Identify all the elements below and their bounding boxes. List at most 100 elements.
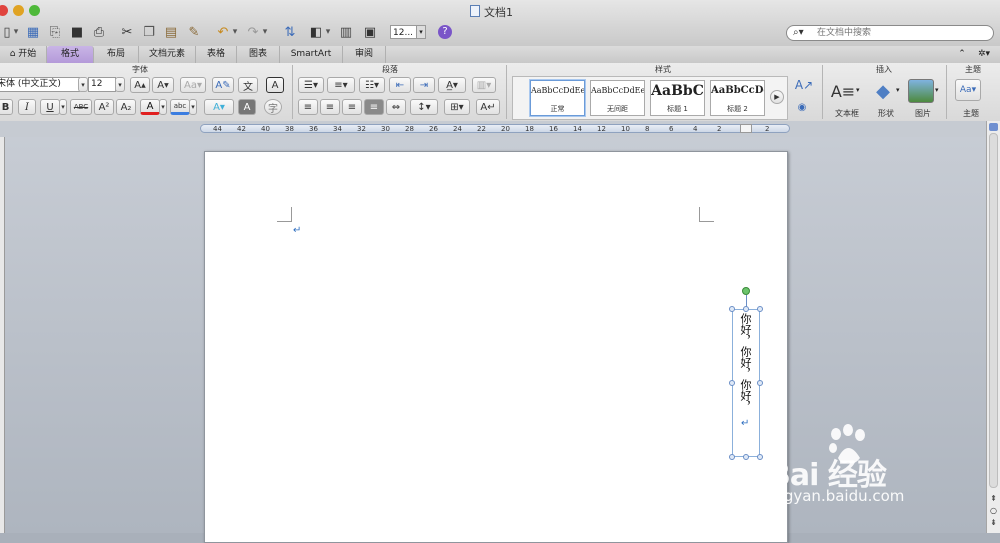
resize-handle-bottom[interactable] (743, 454, 749, 460)
text-box-content[interactable]: 你好，你好，你好， (738, 313, 752, 412)
redo-dropdown-icon[interactable]: ▾ (261, 23, 269, 41)
scrollbar-track[interactable] (989, 133, 998, 488)
resize-handle-top-right[interactable] (757, 306, 763, 312)
resize-handle-bottom-left[interactable] (729, 454, 735, 460)
collapse-ribbon-icon[interactable]: ⌃ (952, 46, 972, 63)
change-case-icon[interactable]: Aa▾ (180, 77, 206, 93)
decrease-indent-icon[interactable]: ⇤ (389, 77, 411, 93)
style-heading-1[interactable]: AaBbC 标题 1 (650, 80, 705, 116)
tab-document-elements[interactable]: 文档元素 (139, 46, 196, 63)
font-size-select[interactable]: 12 (88, 77, 116, 92)
columns-icon[interactable]: ▥▾ (472, 77, 496, 93)
distributed-align-icon[interactable]: ⇔ (386, 99, 406, 115)
text-effects-button[interactable]: A▾ (204, 99, 234, 115)
styles-pane-icon[interactable]: A↗ (793, 77, 815, 93)
resize-handle-left[interactable] (729, 380, 735, 386)
scroll-down-icon[interactable]: ⇟ (988, 517, 999, 528)
sort-icon[interactable]: ⇅ (281, 23, 299, 41)
themes-icon[interactable]: Aa▾ (955, 79, 981, 101)
format-painter-icon[interactable]: ✎ (185, 23, 203, 41)
resize-handle-top[interactable] (743, 306, 749, 312)
zoom-dropdown-icon[interactable]: ▾ (416, 25, 426, 39)
scroll-up-icon[interactable]: ⇞ (988, 493, 999, 504)
close-window-button[interactable] (0, 5, 8, 16)
view-dropdown-icon[interactable]: ▾ (324, 23, 332, 41)
minimize-window-button[interactable] (13, 5, 24, 16)
open-folder-icon[interactable]: ⎘ (46, 23, 64, 41)
line-spacing-icon[interactable]: ↕▾ (410, 99, 438, 115)
increase-indent-icon[interactable]: ⇥ (413, 77, 435, 93)
bullets-icon[interactable]: ☰▾ (298, 77, 324, 93)
zoom-window-button[interactable] (29, 5, 40, 16)
redo-icon[interactable]: ↷ (244, 23, 262, 41)
highlight-dropdown-icon[interactable]: ▾ (189, 99, 197, 115)
bold-button[interactable]: B (0, 99, 13, 115)
resize-handle-top-left[interactable] (729, 306, 735, 312)
align-right-icon[interactable]: ≡ (342, 99, 362, 115)
rotate-handle[interactable] (742, 287, 750, 295)
search-icon[interactable]: ⌕▾ (793, 27, 804, 38)
resize-handle-right[interactable] (757, 380, 763, 386)
tab-charts[interactable]: 图表 (237, 46, 280, 63)
cut-icon[interactable]: ✂ (118, 23, 136, 41)
subscript-button[interactable]: A₂ (116, 99, 136, 115)
tab-review[interactable]: 审阅 (343, 46, 386, 63)
character-shading-button[interactable]: A (238, 99, 256, 115)
enclose-characters-button[interactable]: 字 (264, 99, 282, 115)
indent-marker[interactable] (740, 124, 752, 133)
ribbon-settings-icon[interactable]: ✲▾ (972, 46, 996, 63)
vertical-text-box[interactable]: 你好，你好，你好， ↵ (732, 309, 760, 457)
search-box[interactable]: ⌕▾ (786, 25, 994, 41)
media-browser-icon[interactable]: ▣ (361, 23, 379, 41)
print-icon[interactable]: ⎙ (90, 23, 108, 41)
tab-layout[interactable]: 布局 (94, 46, 139, 63)
help-button[interactable]: ? (438, 25, 452, 39)
text-box-dropdown-icon[interactable]: ▾ (856, 86, 860, 94)
new-dropdown-icon[interactable]: ▾ (12, 23, 20, 41)
text-box-icon[interactable]: A≡ (830, 79, 856, 103)
phonetic-guide-icon[interactable]: 文 (238, 77, 258, 93)
font-size-dropdown-icon[interactable]: ▾ (115, 77, 125, 92)
italic-button[interactable]: I (18, 99, 36, 115)
tab-smartart[interactable]: SmartArt (280, 46, 343, 63)
tab-home[interactable]: ⌂ 开始 (0, 46, 47, 63)
styles-next-icon[interactable]: ▶ (770, 90, 784, 104)
character-border-icon[interactable]: A (266, 77, 284, 93)
align-center-icon[interactable]: ≡ (320, 99, 340, 115)
undo-dropdown-icon[interactable]: ▾ (231, 23, 239, 41)
browse-object-icon[interactable]: ○ (988, 505, 999, 516)
align-left-icon[interactable]: ≡ (298, 99, 318, 115)
search-input[interactable] (817, 26, 987, 40)
resize-handle-bottom-right[interactable] (757, 454, 763, 460)
tab-format[interactable]: 格式 (47, 46, 94, 63)
show-paragraph-marks-icon[interactable]: A↵ (476, 99, 500, 115)
font-color-button[interactable]: A (140, 99, 160, 115)
view-layout-icon[interactable]: ◧ (307, 23, 325, 41)
shapes-dropdown-icon[interactable]: ▾ (896, 86, 900, 94)
superscript-button[interactable]: A² (94, 99, 114, 115)
scrollbar-top-button[interactable] (989, 123, 998, 131)
template-gallery-icon[interactable]: ▦ (24, 23, 42, 41)
clear-formatting-icon[interactable]: A✎ (212, 77, 234, 93)
picture-dropdown-icon[interactable]: ▾ (935, 86, 939, 94)
undo-icon[interactable]: ↶ (214, 23, 232, 41)
shrink-font-icon[interactable]: A ▼ (152, 77, 174, 93)
strikethrough-button[interactable]: ABC (70, 99, 92, 115)
tab-tables[interactable]: 表格 (196, 46, 237, 63)
underline-dropdown-icon[interactable]: ▾ (59, 99, 67, 115)
horizontal-ruler[interactable]: 44 42 40 38 36 34 32 30 28 26 24 22 20 18 16 14 12 10 8 6 4 2… (200, 124, 790, 133)
picture-icon[interactable] (908, 79, 934, 103)
manage-styles-icon[interactable]: ◉ (793, 99, 811, 115)
shapes-icon[interactable]: ◆ (870, 79, 896, 103)
font-name-select[interactable]: 宋体 (中文正文) (0, 77, 80, 92)
grow-font-icon[interactable]: A ▲ (130, 77, 150, 93)
sidebar-toggle-icon[interactable]: ▥ (337, 23, 355, 41)
highlight-button[interactable]: abc (170, 99, 190, 115)
style-no-spacing[interactable]: AaBbCcDdEe 无间距 (590, 80, 645, 116)
underline-button[interactable]: U (40, 99, 60, 115)
justify-icon[interactable]: ≡ (364, 99, 384, 115)
numbering-icon[interactable]: ≡▾ (327, 77, 355, 93)
copy-icon[interactable]: ❐ (140, 23, 158, 41)
style-heading-2[interactable]: AaBbCcDd 标题 2 (710, 80, 765, 116)
font-name-dropdown-icon[interactable]: ▾ (78, 77, 88, 92)
